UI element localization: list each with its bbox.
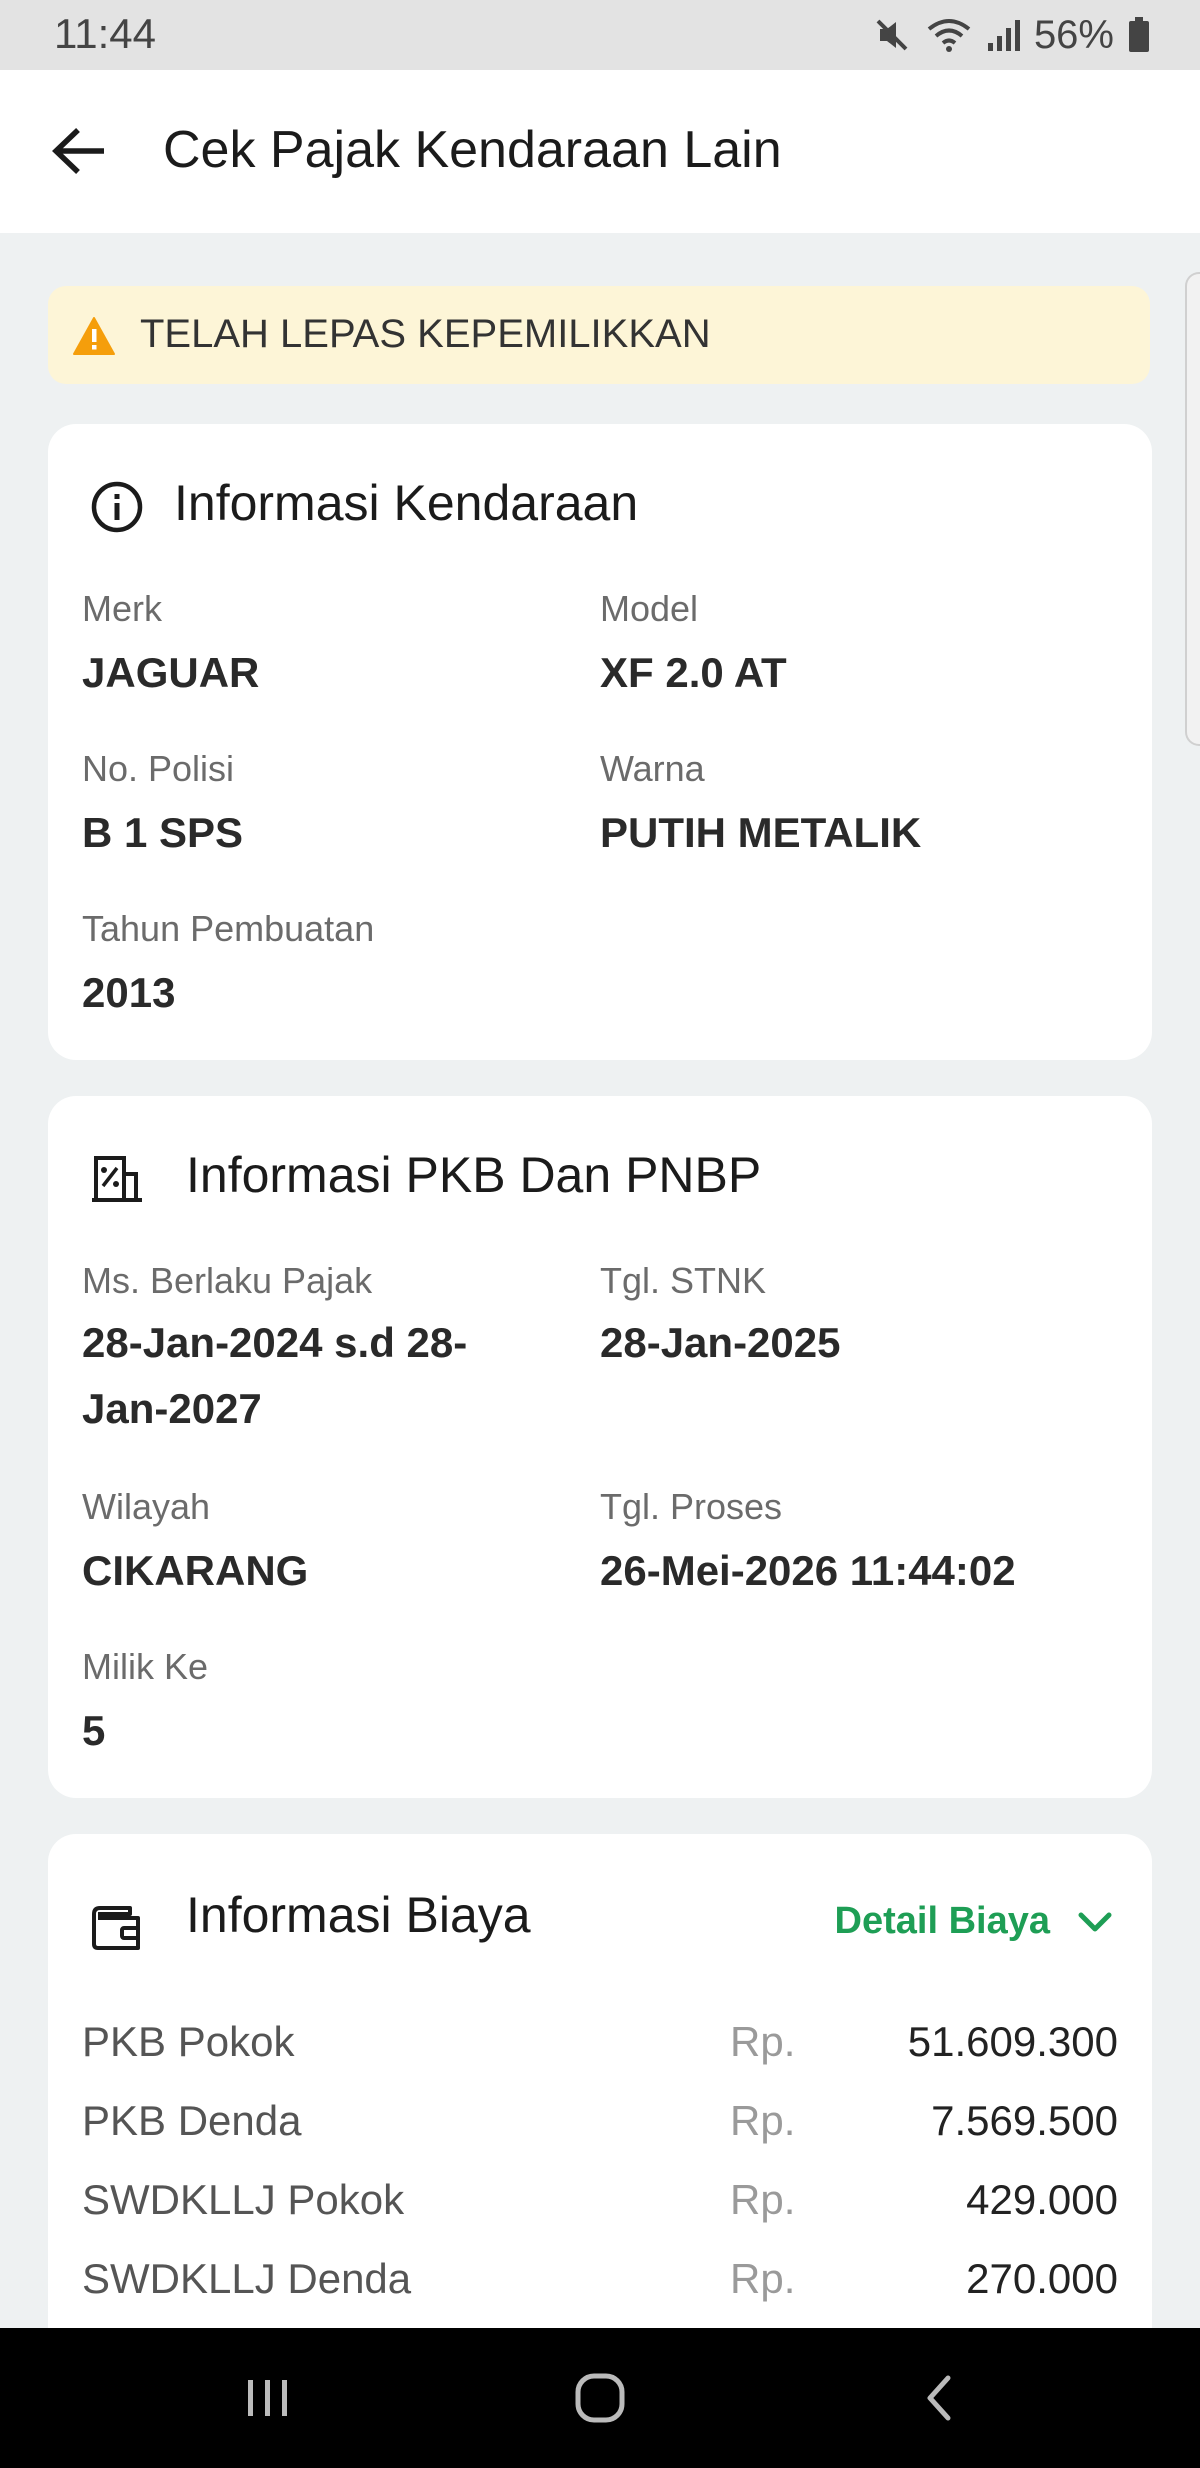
ownership-alert: TELAH LEPAS KEPEMILIKKAN [48, 286, 1150, 384]
status-icons: 56% [872, 10, 1150, 60]
model-label: Model [600, 588, 699, 629]
info-icon [90, 480, 144, 539]
signal-icon [986, 17, 1020, 53]
fee-currency: Rp. [730, 2097, 796, 2144]
tgl-stnk-label: Tgl. STNK [600, 1260, 767, 1301]
masa-berlaku-label: Ms. Berlaku Pajak [82, 1260, 373, 1301]
vehicle-info-card: Informasi Kendaraan Merk JAGUAR Model XF… [48, 424, 1152, 1060]
chevron-down-icon [1078, 1900, 1112, 1943]
fee-amount: 270.000 [966, 2255, 1118, 2302]
warna-label: Warna [600, 748, 705, 789]
fee-info-card: Informasi Biaya Detail Biaya PKB Pokok R… [48, 1834, 1152, 2354]
wilayah-label: Wilayah [82, 1486, 211, 1527]
vehicle-info-title: Informasi Kendaraan [174, 475, 639, 531]
detail-biaya-toggle[interactable]: Detail Biaya [835, 1900, 1112, 1943]
fee-name: PKB Denda [82, 2097, 302, 2144]
system-nav-bar [0, 2328, 1200, 2468]
fee-currency: Rp. [730, 2176, 796, 2223]
masa-berlaku-value-line2: Jan-2027 [82, 1385, 262, 1432]
battery-icon [1128, 17, 1150, 53]
tax-document-icon [90, 1152, 144, 1211]
masa-berlaku-value-line1: 28-Jan-2024 s.d 28- [82, 1319, 468, 1366]
warna-value: PUTIH METALIK [600, 809, 922, 856]
tgl-proses-value: 26-Mei-2026 11:44:02 [600, 1547, 1016, 1594]
nav-back-button[interactable] [910, 2368, 970, 2428]
page-title: Cek Pajak Kendaraan Lain [163, 121, 782, 179]
fee-amount: 51.609.300 [907, 2018, 1118, 2065]
home-button[interactable] [570, 2368, 630, 2428]
home-icon [575, 2373, 625, 2423]
status-bar: 11:44 56% [0, 0, 1200, 70]
pkb-info-card: Informasi PKB Dan PNBP Ms. Berlaku Pajak… [48, 1096, 1152, 1798]
milik-ke-value: 5 [82, 1707, 106, 1754]
fee-row: SWDKLLJ Pokok Rp. 429.000 [82, 2168, 1118, 2238]
merk-value: JAGUAR [82, 649, 260, 696]
scroll-indicator[interactable] [1185, 272, 1200, 746]
no-polisi-value: B 1 SPS [82, 809, 244, 856]
model-value: XF 2.0 AT [600, 649, 787, 696]
battery-percent: 56% [1033, 12, 1114, 57]
back-button[interactable] [50, 126, 108, 176]
warning-icon [72, 316, 116, 356]
fee-name: SWDKLLJ Denda [82, 2255, 412, 2302]
recent-apps-button[interactable] [238, 2368, 298, 2428]
mute-icon [872, 15, 912, 55]
fee-row: SWDKLLJ Denda Rp. 270.000 [82, 2247, 1118, 2317]
tgl-stnk-value: 28-Jan-2025 [600, 1319, 841, 1366]
no-polisi-label: No. Polisi [82, 748, 235, 789]
fee-row: PKB Denda Rp. 7.569.500 [82, 2089, 1118, 2159]
alert-text: TELAH LEPAS KEPEMILIKKAN [140, 312, 711, 356]
app-bar: Cek Pajak Kendaraan Lain [0, 70, 1200, 233]
tgl-proses-label: Tgl. Proses [600, 1486, 783, 1527]
fee-name: PKB Pokok [82, 2018, 295, 2065]
fee-name: SWDKLLJ Pokok [82, 2176, 405, 2223]
status-time: 11:44 [54, 10, 156, 57]
fee-currency: Rp. [730, 2018, 796, 2065]
recent-apps-icon [248, 2380, 287, 2416]
fee-currency: Rp. [730, 2255, 796, 2302]
wilayah-value: CIKARANG [82, 1547, 309, 1594]
tahun-value: 2013 [82, 969, 176, 1016]
tahun-label: Tahun Pembuatan [82, 908, 375, 949]
detail-biaya-label: Detail Biaya [834, 1900, 1050, 1942]
merk-label: Merk [82, 588, 162, 629]
arrow-left-icon [52, 128, 104, 174]
fee-info-title: Informasi Biaya [186, 1887, 531, 1943]
wallet-icon [90, 1902, 144, 1957]
pkb-info-title: Informasi PKB Dan PNBP [186, 1147, 762, 1203]
wifi-icon [926, 15, 972, 55]
milik-ke-label: Milik Ke [82, 1646, 209, 1687]
fee-row: PKB Pokok Rp. 51.609.300 [82, 2010, 1118, 2080]
fee-amount: 429.000 [966, 2176, 1118, 2223]
chevron-left-icon [927, 2375, 951, 2421]
fee-amount: 7.569.500 [931, 2097, 1118, 2144]
